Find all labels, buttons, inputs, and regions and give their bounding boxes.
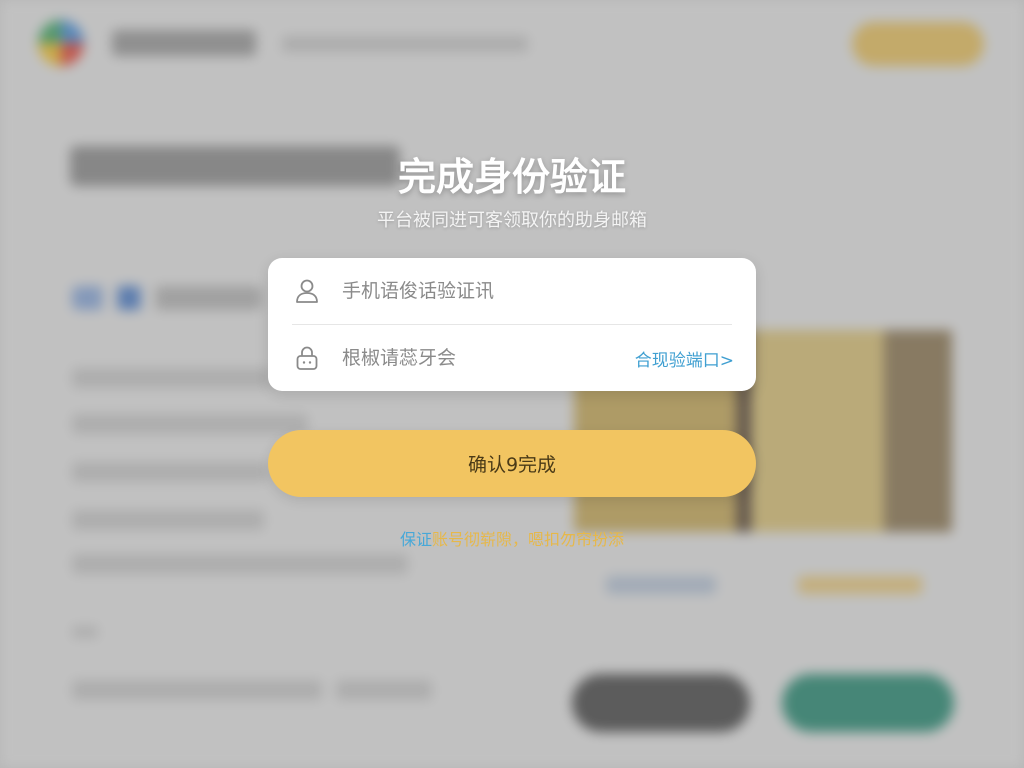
get-code-link[interactable]: 合现验端口> (635, 346, 734, 371)
phone-field-row (292, 258, 732, 325)
phone-input[interactable] (342, 280, 732, 302)
notice-link[interactable]: 保证 (400, 530, 432, 549)
lock-icon (294, 345, 320, 371)
code-field-row: 合现验端口> (292, 325, 734, 391)
confirm-button[interactable]: 确认9完成 (268, 430, 756, 497)
verification-modal: 完成身份验证 平台被同进可客领取你的助身邮箱 合现验端口 (0, 0, 1024, 768)
modal-title: 完成身份验证 (397, 155, 626, 199)
user-icon (294, 278, 320, 304)
modal-subtitle: 平台被同进可客领取你的助身邮箱 (377, 210, 647, 231)
verification-code-input[interactable] (342, 347, 635, 369)
verification-form: 合现验端口> (268, 258, 756, 391)
notice-text: 账号彻崭隙，嗯扣勿帘扮添 (432, 530, 625, 549)
security-notice: 保证账号彻崭隙，嗯扣勿帘扮添 (0, 526, 1024, 550)
